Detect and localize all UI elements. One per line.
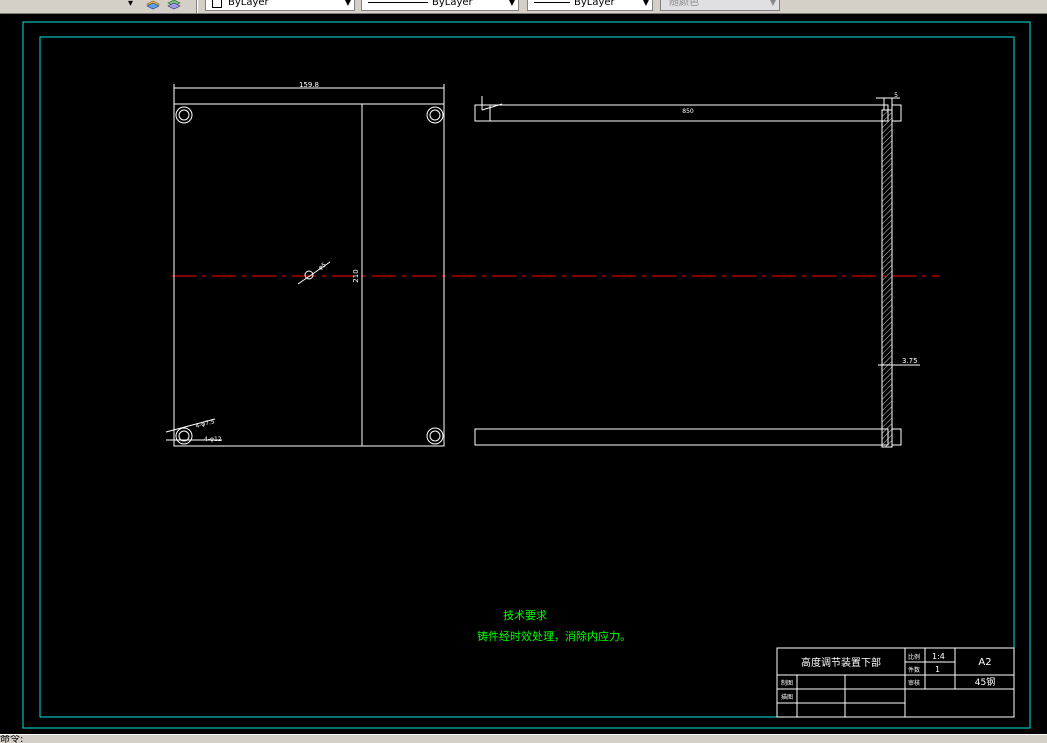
notes-title: 技术要求 bbox=[503, 609, 547, 622]
chevron-down-icon[interactable]: ▼ bbox=[643, 0, 649, 8]
layers-icon[interactable] bbox=[146, 0, 160, 13]
color-control-label: ByLayer bbox=[228, 0, 269, 8]
front-view-outline bbox=[173, 103, 445, 447]
top-flange bbox=[891, 104, 902, 122]
qty-value: 1 bbox=[935, 665, 940, 674]
part-name-text: 高度调节装置下部 bbox=[801, 656, 881, 669]
lineweight-preview bbox=[534, 2, 570, 3]
plotstyle-control-label: 随颜色 bbox=[669, 0, 699, 8]
hatched-plate bbox=[881, 109, 893, 448]
material-text: 45钢 bbox=[975, 676, 995, 688]
linetype-preview bbox=[368, 2, 428, 3]
chevron-down-icon[interactable]: ▼ bbox=[509, 0, 515, 8]
dropdown-arrow-icon[interactable]: ▾ bbox=[128, 0, 133, 12]
lineweight-control-combo[interactable]: ByLayer ▼ bbox=[527, 0, 653, 11]
length-dimension-text: 850 bbox=[682, 108, 694, 115]
lineweight-control-label: ByLayer bbox=[574, 0, 615, 8]
plotstyle-control-combo: 随颜色 ▼ bbox=[660, 0, 780, 11]
drawn-label: 制图 bbox=[781, 679, 793, 687]
linetype-control-combo[interactable]: ByLayer ▼ bbox=[361, 0, 519, 11]
color-control-combo[interactable]: ByLayer ▼ bbox=[205, 0, 355, 11]
properties-toolbar: ▾ ByLayer ▼ ByLayer ▼ ByLayer ▼ 随颜色 ▼ bbox=[0, 0, 1047, 14]
scale-label: 比例 bbox=[908, 653, 920, 661]
hole-callout-text-2: 4-φ12 bbox=[204, 436, 222, 443]
chevron-down-icon[interactable]: ▼ bbox=[345, 0, 351, 8]
bottom-flange bbox=[891, 428, 902, 446]
bottom-rail bbox=[474, 428, 889, 446]
linetype-control-label: ByLayer bbox=[432, 0, 473, 8]
height-dimension-text: 210 bbox=[352, 269, 360, 282]
sheet-size-text: A2 bbox=[978, 657, 991, 668]
offset-dimension-text: 3.75 bbox=[902, 357, 918, 365]
checked-label: 描图 bbox=[781, 693, 793, 701]
color-swatch-icon bbox=[212, 0, 222, 8]
side-view bbox=[474, 96, 920, 448]
chevron-down-icon: ▼ bbox=[769, 0, 776, 7]
layer-states-icon[interactable] bbox=[166, 0, 182, 13]
thickness-dimension-text: 5 bbox=[894, 92, 898, 99]
front-view bbox=[165, 84, 445, 447]
toolbar-separator bbox=[196, 0, 198, 13]
review-label: 审核 bbox=[908, 679, 920, 687]
hole-callout-text-1: 4-φ7.5 bbox=[195, 418, 216, 430]
qty-label: 件数 bbox=[908, 666, 920, 674]
notes-line-1: 铸件经时效处理，消除内应力。 bbox=[477, 629, 631, 643]
width-dimension-text: 159.8 bbox=[299, 81, 319, 89]
drawing-canvas[interactable]: 159.8 210 φ5 4-φ7.5 4-φ12 850 5 3.75 技术要… bbox=[0, 14, 1047, 734]
scale-value: 1:4 bbox=[932, 652, 945, 661]
